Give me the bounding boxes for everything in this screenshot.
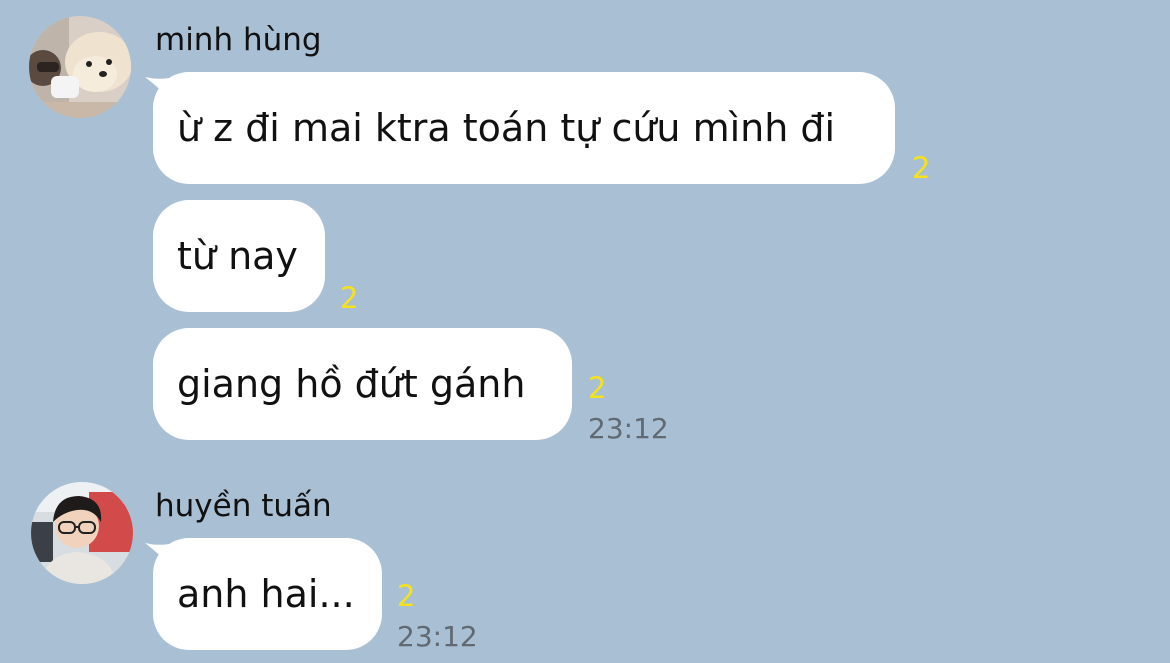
message-text: anh hai... <box>177 572 355 616</box>
message-bubble[interactable]: từ nay <box>153 200 325 312</box>
message-bubble[interactable]: ừ z đi mai ktra toán tự cứu mình đi <box>153 72 895 184</box>
message-text: từ nay <box>177 234 298 278</box>
message-text: giang hồ đứt gánh <box>177 362 526 406</box>
message-bubble[interactable]: anh hai... <box>153 538 382 650</box>
message-text: ừ z đi mai ktra toán tự cứu mình đi <box>177 106 836 150</box>
unread-count: 2 <box>588 371 607 405</box>
unread-count: 2 <box>397 579 416 613</box>
sender-name: huyền tuấn <box>155 488 332 524</box>
message-timestamp: 23:12 <box>397 620 478 653</box>
sender-avatar-huyen-tuan[interactable] <box>31 482 133 584</box>
avatar-puppy-icon <box>29 16 131 118</box>
avatar-boy-icon <box>31 482 133 584</box>
unread-count: 2 <box>340 281 359 315</box>
message-bubble[interactable]: giang hồ đứt gánh <box>153 328 572 440</box>
sender-avatar-minh-hung[interactable] <box>29 16 131 118</box>
chat-message-list[interactable]: minh hùng ừ z đi mai ktra toán tự cứu mì… <box>0 0 1170 663</box>
sender-name: minh hùng <box>155 22 322 58</box>
unread-count: 2 <box>912 151 931 185</box>
message-timestamp: 23:12 <box>588 412 669 445</box>
